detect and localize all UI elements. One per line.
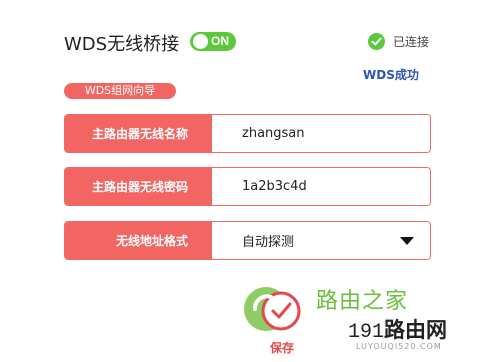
wds-result-text: WDS成功 bbox=[363, 68, 419, 82]
watermark-brand: 路由网 bbox=[384, 317, 448, 342]
toggle-label: ON bbox=[211, 34, 229, 48]
save-label[interactable]: 保存 bbox=[270, 339, 294, 356]
save-check-icon bbox=[244, 287, 301, 331]
address-format-label: 无线地址格式 bbox=[65, 222, 212, 259]
check-circle-icon bbox=[368, 33, 385, 50]
ssid-row: 主路由器无线名称 zhangsan bbox=[64, 114, 431, 153]
ssid-field[interactable]: zhangsan bbox=[212, 115, 430, 152]
ssid-label: 主路由器无线名称 bbox=[65, 115, 212, 152]
toggle-knob bbox=[193, 34, 208, 49]
watermark-prefix: 191 bbox=[348, 321, 385, 344]
address-format-row: 无线地址格式 自动探测 bbox=[64, 221, 431, 260]
password-row: 主路由器无线密码 1a2b3c4d bbox=[64, 167, 431, 206]
dropdown-arrow-icon bbox=[400, 237, 414, 245]
password-field[interactable]: 1a2b3c4d bbox=[212, 168, 430, 205]
watermark-site-name: 191路由网 bbox=[348, 314, 447, 344]
watermark-url: LUYOUQI520.COM bbox=[356, 342, 442, 351]
watermark-logo-text: 路由之家 bbox=[316, 289, 409, 314]
wds-toggle[interactable]: ON bbox=[190, 32, 236, 51]
status-text: 已连接 bbox=[393, 35, 430, 49]
wizard-badge: WDS组网向导 bbox=[64, 83, 176, 99]
address-format-select[interactable]: 自动探测 bbox=[212, 222, 430, 259]
page-title: WDS无线桥接 bbox=[64, 34, 180, 55]
connection-status: 已连接 bbox=[368, 33, 429, 50]
save-button[interactable] bbox=[241, 281, 305, 337]
password-label: 主路由器无线密码 bbox=[65, 168, 212, 205]
address-format-value: 自动探测 bbox=[242, 235, 295, 250]
